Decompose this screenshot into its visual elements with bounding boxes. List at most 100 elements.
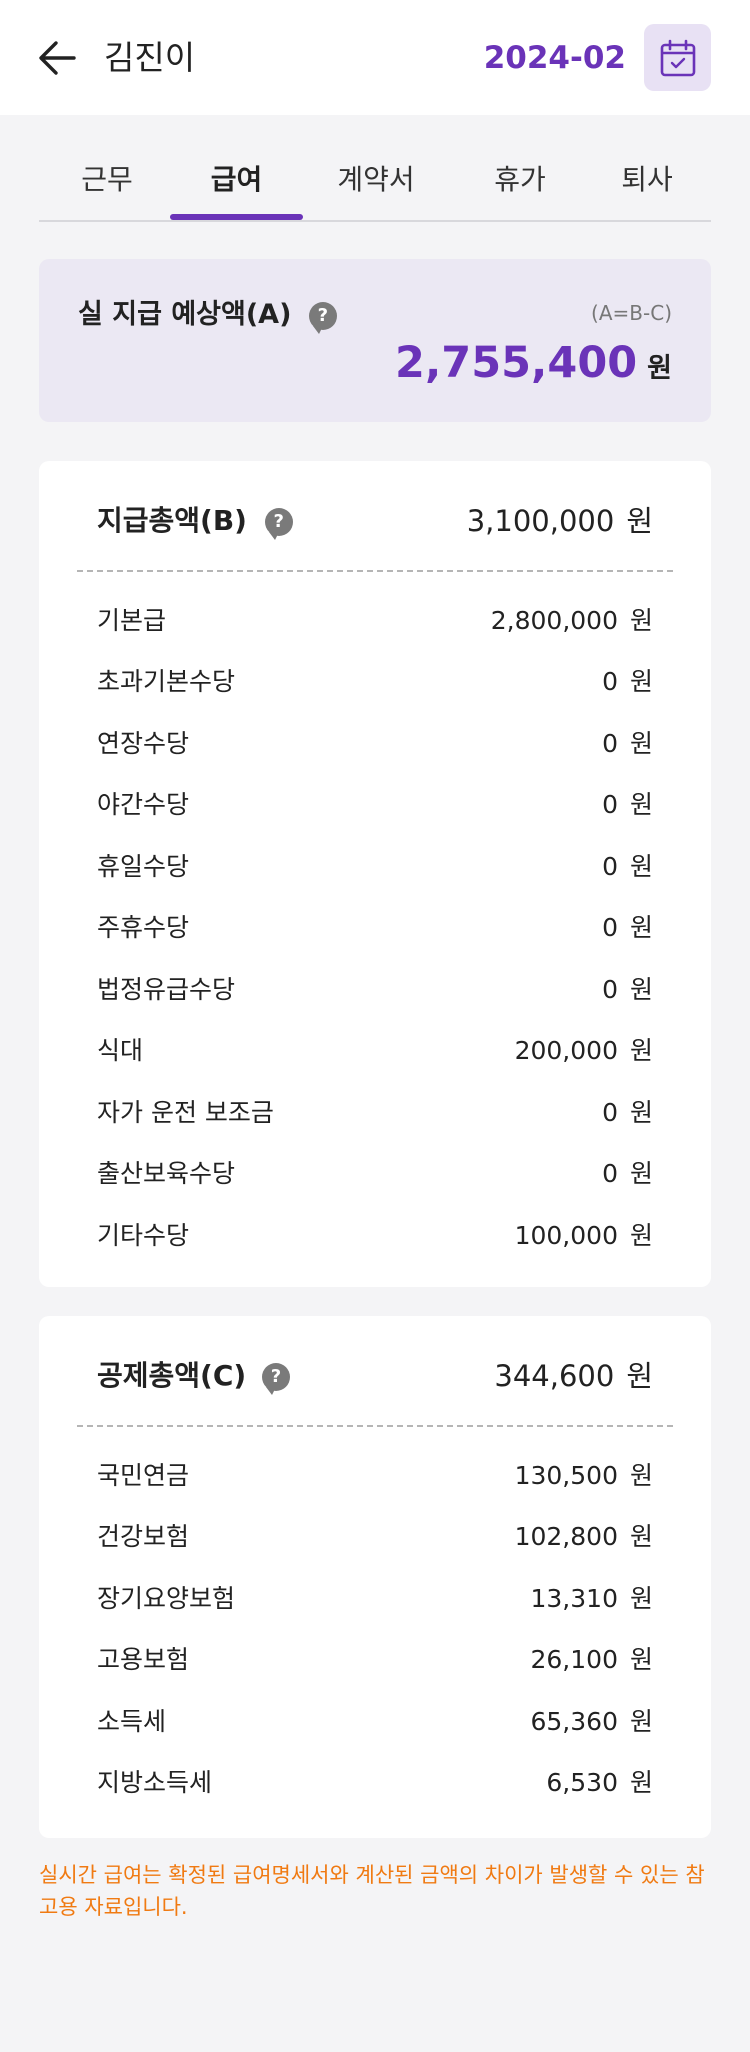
item-value: 102,800: [514, 1522, 618, 1551]
list-item: 건강보험 102,800 원: [97, 1517, 653, 1557]
deductions-total-value: 344,600: [494, 1359, 615, 1393]
item-label: 야간수당: [97, 790, 190, 819]
help-icon[interactable]: ?: [308, 301, 337, 334]
currency-unit: 원: [629, 606, 653, 635]
currency-unit: 원: [629, 1159, 653, 1188]
list-item: 장기요양보험 13,310 원: [97, 1579, 653, 1619]
help-icon[interactable]: ?: [261, 1363, 290, 1395]
dashed-divider: [77, 570, 673, 572]
currency-unit: 원: [629, 1768, 653, 1797]
item-value: 0: [602, 1098, 618, 1127]
currency-unit: 원: [629, 1707, 653, 1736]
item-label: 연장수당: [97, 729, 190, 758]
currency-unit: 원: [629, 1522, 653, 1551]
deductions-title-wrap: 공제총액(C) ?: [97, 1356, 290, 1396]
list-item: 자가 운전 보조금 0 원: [97, 1093, 653, 1133]
item-value: 0: [602, 790, 618, 819]
list-item: 야간수당 0 원: [97, 785, 653, 825]
list-item: 고용보험 26,100 원: [97, 1640, 653, 1680]
currency-unit: 원: [626, 1359, 653, 1393]
currency-unit: 원: [629, 729, 653, 758]
currency-unit: 원: [629, 1645, 653, 1674]
currency-unit: 원: [629, 1584, 653, 1613]
active-tab-indicator: [170, 214, 303, 220]
month-label[interactable]: 2024-02: [484, 36, 626, 80]
item-value: 0: [602, 729, 618, 758]
net-pay-summary: 실 지급 예상액(A) ? (A=B-C) 2,755,400 원: [39, 259, 711, 422]
tab-salary[interactable]: 급여: [205, 160, 268, 200]
currency-unit: 원: [629, 852, 653, 881]
list-item: 출산보육수당 0 원: [97, 1154, 653, 1194]
list-item: 기타수당 100,000 원: [97, 1216, 653, 1256]
disclaimer-notice: 실시간 급여는 확정된 급여명세서와 계산된 금액의 차이가 발생할 수 있는 …: [39, 1863, 705, 1919]
dashed-divider: [77, 1425, 673, 1427]
list-item: 소득세 65,360 원: [97, 1702, 653, 1742]
item-label: 식대: [97, 1036, 144, 1065]
item-value: 6,530: [546, 1768, 618, 1797]
tab-bar: 근무 급여 계약서 휴가 퇴사: [39, 150, 711, 222]
currency-unit: 원: [626, 504, 653, 538]
tab-resignation[interactable]: 퇴사: [617, 160, 677, 200]
item-value: 0: [602, 913, 618, 942]
net-pay-formula: (A=B-C): [591, 301, 672, 325]
item-label: 고용보험: [97, 1645, 190, 1674]
item-label: 자가 운전 보조금: [97, 1098, 274, 1127]
calendar-check-icon: [660, 39, 696, 77]
employee-name: 김진이: [104, 38, 196, 77]
net-pay-amount: 2,755,400: [395, 338, 638, 388]
item-label: 장기요양보험: [97, 1584, 236, 1613]
app-header: 김진이 2024-02: [0, 0, 750, 115]
deductions-card: 공제총액(C) ? 344,600 원 국민연금 130,500 원 건강보험 102,…: [39, 1316, 711, 1838]
item-label: 기타수당: [97, 1221, 190, 1250]
item-label: 휴일수당: [97, 852, 190, 881]
item-value: 13,310: [530, 1584, 618, 1613]
net-pay-label: 실 지급 예상액(A): [78, 299, 292, 330]
tab-work[interactable]: 근무: [77, 160, 137, 200]
currency-unit: 원: [629, 1036, 653, 1065]
item-value: 0: [602, 667, 618, 696]
currency-unit: 원: [629, 790, 653, 819]
currency-unit: 원: [629, 913, 653, 942]
net-pay-label-wrap: 실 지급 예상액(A) ?: [78, 297, 337, 334]
currency-unit: 원: [647, 353, 672, 384]
item-label: 국민연금: [97, 1461, 190, 1490]
payments-total-value: 3,100,000: [466, 504, 615, 538]
currency-unit: 원: [629, 1461, 653, 1490]
item-value: 0: [602, 852, 618, 881]
back-button[interactable]: [34, 34, 82, 82]
list-item: 식대 200,000 원: [97, 1031, 653, 1071]
list-item: 법정유급수당 0 원: [97, 970, 653, 1010]
currency-unit: 원: [629, 667, 653, 696]
item-label: 소득세: [97, 1707, 167, 1736]
calendar-button[interactable]: [644, 24, 711, 91]
item-value: 100,000: [514, 1221, 618, 1250]
list-item: 주휴수당 0 원: [97, 908, 653, 948]
item-label: 초과기본수당: [97, 667, 236, 696]
currency-unit: 원: [629, 1221, 653, 1250]
help-icon[interactable]: ?: [264, 508, 293, 540]
tab-contract[interactable]: 계약서: [331, 160, 421, 200]
item-label: 지방소득세: [97, 1768, 213, 1797]
item-label: 기본급: [97, 606, 167, 635]
item-value: 26,100: [530, 1645, 618, 1674]
deductions-total: 344,600 원: [494, 1356, 653, 1396]
item-label: 주휴수당: [97, 913, 190, 942]
payments-title-wrap: 지급총액(B) ?: [97, 501, 293, 541]
list-item: 국민연금 130,500 원: [97, 1456, 653, 1496]
item-label: 법정유급수당: [97, 975, 236, 1004]
currency-unit: 원: [629, 1098, 653, 1127]
item-value: 2,800,000: [490, 606, 618, 635]
tab-leave[interactable]: 휴가: [490, 160, 550, 200]
item-value: 130,500: [514, 1461, 618, 1490]
item-value: 0: [602, 1159, 618, 1188]
payments-card: 지급총액(B) ? 3,100,000 원 기본급 2,800,000 원 초과기본수…: [39, 461, 711, 1287]
item-value: 0: [602, 975, 618, 1004]
payments-title: 지급총액(B): [97, 504, 247, 537]
payments-total: 3,100,000 원: [467, 501, 653, 541]
list-item: 기본급 2,800,000 원: [97, 601, 653, 641]
currency-unit: 원: [629, 975, 653, 1004]
list-item: 초과기본수당 0 원: [97, 662, 653, 702]
net-pay-amount-wrap: 2,755,400 원: [395, 335, 672, 397]
item-label: 건강보험: [97, 1522, 190, 1551]
item-value: 65,360: [530, 1707, 618, 1736]
